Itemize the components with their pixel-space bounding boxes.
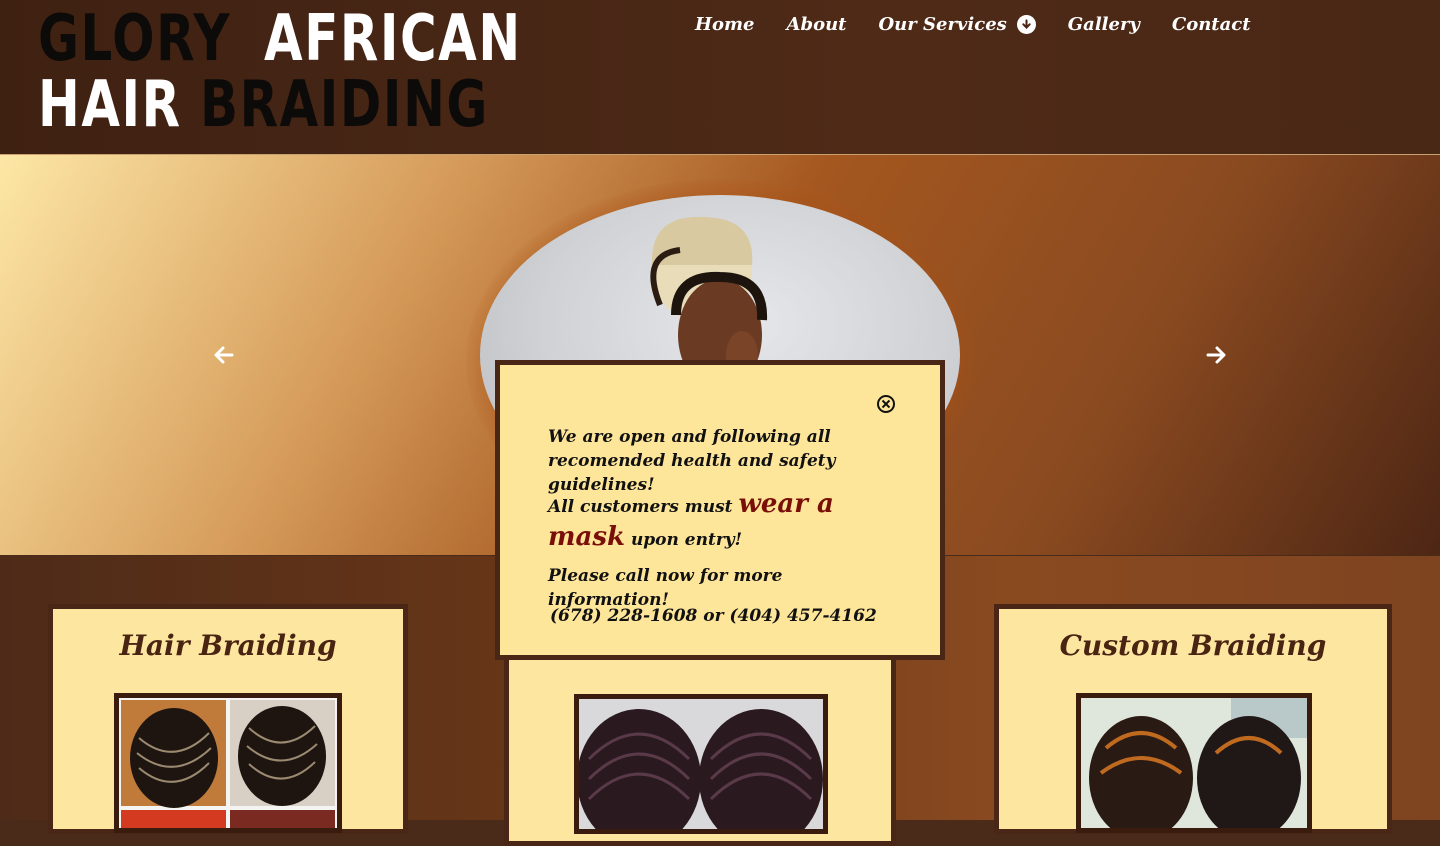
mask-text-suffix: upon entry! xyxy=(630,530,743,550)
notice-open-text: We are open and following all recomended… xyxy=(548,427,836,495)
service-card-middle[interactable] xyxy=(504,636,896,846)
service-image-middle[interactable] xyxy=(574,694,828,834)
nav-contact[interactable]: Contact xyxy=(1172,14,1251,35)
logo-word-braiding: BRAIDING xyxy=(200,68,490,142)
service-card-custom-braiding[interactable]: Custom Braiding xyxy=(994,604,1392,834)
custom-braids-photo xyxy=(1081,698,1307,828)
arrow-left-icon xyxy=(214,346,234,364)
logo-word-hair: HAIR xyxy=(38,68,182,142)
arrow-right-icon xyxy=(1206,346,1226,364)
notice-mask-text: All customers must wear a mask upon entr… xyxy=(548,489,888,555)
close-icon[interactable] xyxy=(876,394,896,414)
hero-next-arrow[interactable] xyxy=(1204,343,1228,367)
braided-bun-photo xyxy=(579,699,823,829)
nav-our-services-label: Our Services xyxy=(878,14,1007,35)
card-title: Custom Braiding xyxy=(1059,629,1327,662)
mask-text-prefix: All customers must xyxy=(548,497,733,517)
service-image-hair-braiding[interactable] xyxy=(114,693,342,833)
logo-word-african: AFRICAN xyxy=(263,2,522,76)
nav-home[interactable]: Home xyxy=(695,14,755,35)
nav-our-services[interactable]: Our Services xyxy=(878,14,1036,35)
site-header: GLORY AFRICAN HAIR BRAIDING Home About O… xyxy=(0,0,1440,155)
hero-prev-arrow[interactable] xyxy=(212,343,236,367)
phone-numbers[interactable]: (678) 228-1608 or (404) 457-4162 xyxy=(550,604,890,628)
card-title: Hair Braiding xyxy=(119,629,337,662)
chevron-down-icon[interactable] xyxy=(1016,15,1036,34)
service-image-custom-braiding[interactable] xyxy=(1076,693,1312,833)
cornrows-photo xyxy=(119,698,337,828)
nav-gallery[interactable]: Gallery xyxy=(1068,14,1140,35)
nav-about[interactable]: About xyxy=(787,14,847,35)
logo-word-glory: GLORY xyxy=(38,2,232,76)
main-nav: Home About Our Services Gallery Contact xyxy=(695,14,1251,35)
covid-notice-popup: We are open and following all recomended… xyxy=(495,360,945,660)
site-logo[interactable]: GLORY AFRICAN HAIR BRAIDING xyxy=(38,6,594,138)
service-card-hair-braiding[interactable]: Hair Braiding xyxy=(48,604,408,834)
